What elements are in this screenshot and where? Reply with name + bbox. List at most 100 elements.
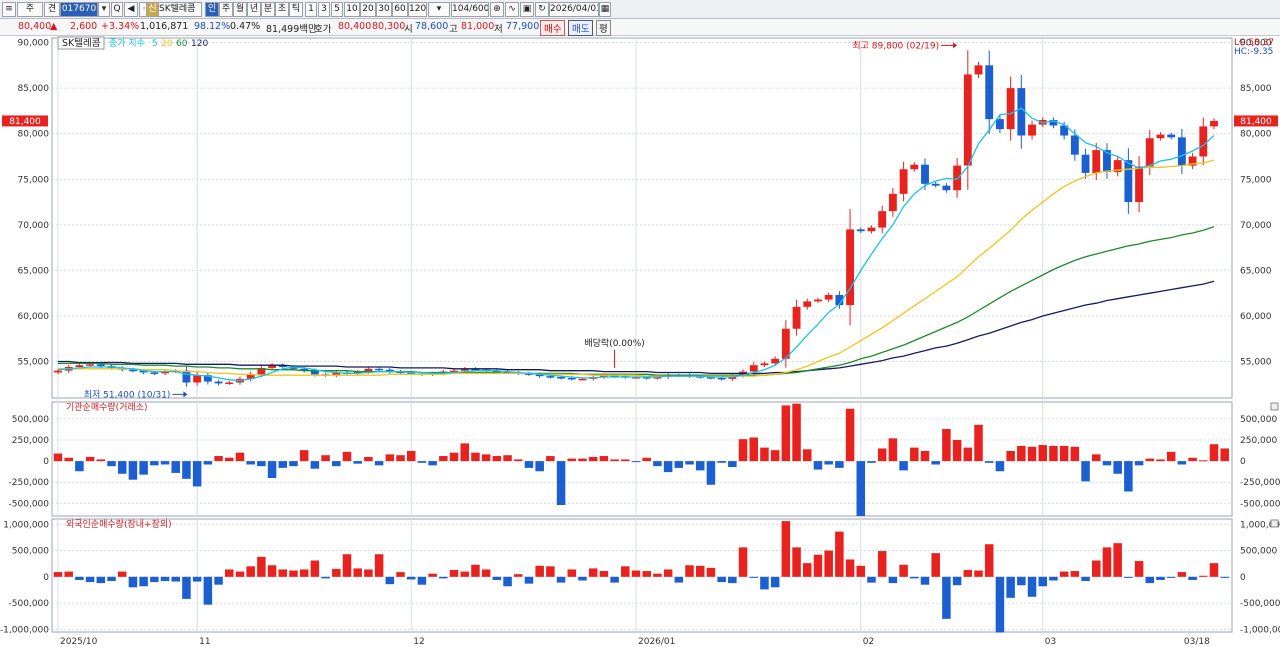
volume-bar xyxy=(888,576,898,584)
volume-bar xyxy=(1027,576,1037,597)
unit-select[interactable]: 주 xyxy=(17,2,43,17)
candle-body xyxy=(888,193,897,212)
volume-bar xyxy=(471,452,480,462)
candle-body xyxy=(1006,88,1015,130)
volume-bar xyxy=(802,563,812,577)
period-tick[interactable]: 틱 xyxy=(289,2,303,17)
candle-body xyxy=(1028,124,1036,136)
volume-bar xyxy=(546,566,555,577)
y-tick-label-left: 75,000 xyxy=(18,175,50,185)
menu-icon[interactable]: ≡ xyxy=(2,2,16,17)
minute-3[interactable]: 3 xyxy=(318,2,330,17)
volume-bar xyxy=(267,461,277,478)
volume-bar xyxy=(653,461,662,467)
period-minute[interactable]: 분 xyxy=(261,2,275,17)
volume-bar xyxy=(524,461,534,468)
volume-bar xyxy=(717,461,726,463)
save-icon[interactable]: ▣ xyxy=(520,2,534,17)
toolbar: ≡ 주 견 017670 ▾ Q ◀ · 신 SK텔레콤 인 주 월 년 분 초… xyxy=(0,0,1280,19)
period-month[interactable]: 월 xyxy=(233,2,247,17)
range-display[interactable]: 104/600 xyxy=(451,2,489,17)
volume-bar xyxy=(578,576,587,581)
candle-body xyxy=(1124,160,1133,203)
minute-10[interactable]: 10 xyxy=(344,2,360,17)
stock-code-input[interactable]: 017670 xyxy=(60,2,98,17)
minute-60[interactable]: 60 xyxy=(392,2,408,17)
volume-bar xyxy=(760,576,769,590)
minute-20[interactable]: 20 xyxy=(360,2,376,17)
candle-body xyxy=(86,364,95,366)
volume-bar xyxy=(792,547,801,577)
volume-bar xyxy=(1177,461,1187,465)
volume-bar xyxy=(1220,448,1229,462)
trend-icon[interactable]: ∿ xyxy=(505,2,519,17)
period-second[interactable]: 초 xyxy=(275,2,289,17)
volume-bar xyxy=(588,568,598,577)
minute-30[interactable]: 30 xyxy=(376,2,392,17)
volume-bar xyxy=(160,461,170,465)
volume-bar xyxy=(942,576,951,619)
calendar-icon[interactable]: ▦ xyxy=(599,2,611,17)
candle-body xyxy=(1135,166,1144,203)
y-tick-label-right: -500,000 xyxy=(1240,599,1280,609)
legend-ma20: 20 xyxy=(161,39,173,49)
volume-bar xyxy=(439,456,448,462)
low-price: 77,900 xyxy=(506,21,540,32)
foreign-panel-menu-icon[interactable] xyxy=(1270,519,1279,528)
volume-bar xyxy=(278,569,288,577)
period-dropdown[interactable]: ▾ xyxy=(428,2,450,17)
volume-bar xyxy=(899,564,908,577)
institution-panel-menu-icon[interactable] xyxy=(1270,402,1279,411)
date-input[interactable]: 2026/04/03 xyxy=(549,2,599,17)
volume-bar xyxy=(931,553,940,577)
y-tick-label-right: 500,000 xyxy=(1240,415,1277,425)
speaker-icon[interactable]: ◀ xyxy=(124,2,138,17)
y-tick-label-right: 65,000 xyxy=(1240,266,1272,276)
buy-button[interactable]: 매수 xyxy=(540,20,566,36)
x-tick-label: 2025/10 xyxy=(60,637,98,647)
candle-body xyxy=(974,65,983,75)
price-type-toggle[interactable]: 견 xyxy=(44,2,60,17)
volume-bar xyxy=(182,576,191,599)
volume-bar xyxy=(1188,457,1197,462)
eval-button[interactable]: 평 xyxy=(596,20,611,36)
volume-bar xyxy=(128,576,138,588)
volume-bar xyxy=(139,576,148,587)
candle-body xyxy=(867,227,876,232)
volume-bar xyxy=(192,576,202,582)
volume-bar xyxy=(299,450,309,462)
period-week[interactable]: 주 xyxy=(219,2,233,17)
y-tick-label-right: 70,000 xyxy=(1240,221,1272,231)
y-tick-label-right: 60,000 xyxy=(1240,312,1272,322)
volume-bar xyxy=(653,573,662,577)
volume-bar xyxy=(995,576,1005,633)
minute-1[interactable]: 1 xyxy=(305,2,317,17)
volume-bar xyxy=(107,576,116,582)
up-triangle-icon: ▲ xyxy=(50,21,58,32)
candle-body xyxy=(824,295,833,300)
search-icon[interactable]: Q xyxy=(111,2,123,17)
refresh-icon[interactable]: ↻ xyxy=(535,2,549,17)
candle-body xyxy=(760,363,769,366)
volume-bar xyxy=(310,461,320,469)
volume-bar xyxy=(663,569,673,577)
volume-bar xyxy=(877,448,887,462)
sell-button[interactable]: 매도 xyxy=(568,20,594,36)
volume-bar xyxy=(385,576,395,585)
volume-bar xyxy=(1134,461,1144,466)
volume-bar xyxy=(257,461,266,467)
y-tick-label-right: -500,000 xyxy=(1240,499,1280,509)
zoom-icon[interactable]: ⊕ xyxy=(490,2,504,17)
info-badge[interactable]: 인 xyxy=(205,2,219,17)
price-change: 2,600 xyxy=(70,21,98,32)
volume-bar xyxy=(513,459,523,462)
period-year[interactable]: 년 xyxy=(247,2,261,17)
turnover-rate: 0.47% xyxy=(230,21,261,32)
volume-bar xyxy=(224,457,234,462)
minute-120[interactable]: 120 xyxy=(408,2,427,17)
chevron-down-icon[interactable]: ▾ xyxy=(98,2,110,17)
volume-bar xyxy=(952,576,962,586)
last-price-label-left: 81,400 xyxy=(9,117,41,127)
y-tick-label-left: 85,000 xyxy=(18,84,50,94)
minute-5[interactable]: 5 xyxy=(331,2,343,17)
